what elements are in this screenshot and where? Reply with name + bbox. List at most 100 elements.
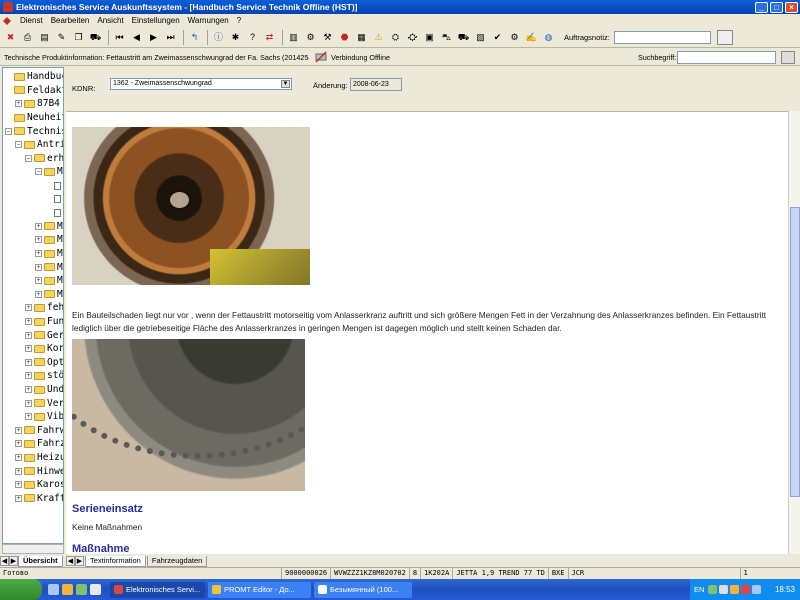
menu-help[interactable]: ? bbox=[233, 16, 245, 25]
expand-icon[interactable]: + bbox=[25, 345, 32, 353]
tree-node[interactable]: + feh bbox=[25, 301, 63, 315]
tree-node[interactable]: + stö bbox=[25, 369, 63, 383]
tray-icon[interactable] bbox=[719, 585, 729, 594]
start-button[interactable] bbox=[0, 579, 42, 600]
expand-icon[interactable]: + bbox=[25, 358, 32, 366]
collapse-icon[interactable]: − bbox=[15, 141, 22, 149]
tree-node[interactable] bbox=[45, 206, 63, 220]
taskbar-item-promt[interactable]: PROMT Editor - До... bbox=[208, 581, 311, 598]
quicklaunch-media-icon[interactable] bbox=[62, 584, 73, 595]
globe-icon[interactable]: ◍ bbox=[541, 30, 556, 45]
tree-node[interactable]: + Fun bbox=[25, 315, 63, 329]
tree-node[interactable]: Handbuch bbox=[5, 70, 63, 84]
kdnr-select[interactable]: 1362 - Zweimassenschwungrad ▼ bbox=[110, 78, 292, 90]
car-body-icon[interactable]: ⛍ bbox=[439, 30, 454, 45]
expand-icon[interactable]: + bbox=[35, 290, 42, 298]
engine-icon[interactable]: ⛭ bbox=[388, 30, 403, 45]
next-icon[interactable]: ▶ bbox=[146, 30, 161, 45]
search-button[interactable] bbox=[781, 51, 795, 64]
maximize-button[interactable]: □ bbox=[770, 1, 783, 13]
taskbar-item-paint[interactable]: Безымянный (100... bbox=[314, 581, 412, 598]
expand-icon[interactable]: + bbox=[35, 250, 42, 258]
stop-icon[interactable]: ⬣ bbox=[337, 30, 352, 45]
collapse-icon[interactable]: − bbox=[35, 168, 42, 176]
search-input[interactable] bbox=[677, 51, 776, 64]
expand-icon[interactable]: + bbox=[35, 277, 42, 285]
expand-icon[interactable]: + bbox=[25, 331, 32, 339]
collapse-icon[interactable]: − bbox=[5, 127, 12, 135]
tree-node[interactable]: + Vib bbox=[25, 410, 63, 424]
tab-fahrzeugdaten[interactable]: Fahrzeugdaten bbox=[146, 555, 208, 567]
tab-scroll-left-icon[interactable]: ◀ bbox=[66, 556, 75, 566]
tree-node[interactable]: − Technis bbox=[5, 124, 63, 138]
exit-icon[interactable]: ✖ bbox=[3, 30, 18, 45]
tree-node[interactable]: + Ger bbox=[25, 328, 63, 342]
expand-icon[interactable]: + bbox=[15, 100, 22, 108]
tray-icon[interactable] bbox=[730, 585, 740, 594]
tree-node[interactable]: + M bbox=[35, 220, 63, 234]
warning-icon[interactable]: ⚠ bbox=[371, 30, 386, 45]
menu-dienst[interactable]: Dienst bbox=[16, 16, 47, 25]
tree-node[interactable]: + M bbox=[35, 247, 63, 261]
close-button[interactable]: × bbox=[785, 1, 798, 13]
tool-icon[interactable]: ⚙ bbox=[507, 30, 522, 45]
menu-einstellungen[interactable]: Einstellungen bbox=[128, 16, 184, 25]
tree-node[interactable]: + Kor bbox=[25, 342, 63, 356]
order-note-input[interactable] bbox=[613, 30, 711, 44]
quicklaunch-browser-icon[interactable] bbox=[48, 584, 59, 595]
gearbox-icon[interactable]: ⛮ bbox=[405, 30, 420, 45]
minimize-button[interactable]: _ bbox=[755, 1, 768, 13]
car-icon[interactable]: ⛟ bbox=[88, 30, 103, 45]
tree-node[interactable]: + Heizu bbox=[15, 451, 63, 465]
tab-textinformation[interactable]: Textinformation bbox=[85, 555, 146, 567]
tree-node[interactable]: + Fahrz bbox=[15, 437, 63, 451]
order-note-button[interactable] bbox=[716, 29, 733, 45]
tree-node[interactable]: + M bbox=[35, 288, 63, 302]
tree-horizontal-scrollbar[interactable] bbox=[2, 544, 64, 554]
tools-icon[interactable]: ⚒ bbox=[320, 30, 335, 45]
expand-icon[interactable]: + bbox=[35, 222, 42, 230]
sync-icon[interactable]: ⇄ bbox=[262, 30, 277, 45]
tab-scroll-right-icon[interactable]: ▶ bbox=[75, 556, 84, 566]
document-icon[interactable]: ▤ bbox=[37, 30, 52, 45]
app-menu-icon[interactable] bbox=[2, 16, 12, 26]
tree-node[interactable]: + Karos bbox=[15, 478, 63, 492]
scrollbar-thumb[interactable] bbox=[790, 207, 800, 497]
expand-icon[interactable]: + bbox=[15, 454, 22, 462]
previous-icon[interactable]: ◀ bbox=[129, 30, 144, 45]
chevron-down-icon[interactable]: ▼ bbox=[281, 80, 290, 88]
quicklaunch-app-icon[interactable] bbox=[90, 584, 101, 595]
tree-node[interactable]: + Opt bbox=[25, 356, 63, 370]
tray-icon[interactable] bbox=[708, 585, 718, 594]
tree-node[interactable]: + M bbox=[35, 274, 63, 288]
tree-node[interactable]: + M bbox=[35, 260, 63, 274]
expand-icon[interactable]: + bbox=[35, 263, 42, 271]
print-icon[interactable]: ⎙ bbox=[20, 30, 35, 45]
tray-icon[interactable] bbox=[741, 585, 751, 594]
info-icon[interactable]: ⓘ bbox=[211, 30, 226, 45]
menu-warnungen[interactable]: Warnungen bbox=[184, 16, 233, 25]
navigation-tree[interactable]: HandbuchFeldakt+87B4Neuheit−Technis−Antr… bbox=[2, 67, 64, 544]
edit-icon[interactable]: ✎ bbox=[54, 30, 69, 45]
tree-node[interactable]: +87B4 bbox=[15, 97, 60, 111]
copy-icon[interactable]: ❐ bbox=[71, 30, 86, 45]
taskbar-item-esa[interactable]: Elektronisches Servi... bbox=[110, 581, 205, 598]
tree-node[interactable]: + Kraft bbox=[15, 492, 63, 506]
tree-node[interactable] bbox=[45, 192, 63, 206]
notes-icon[interactable]: ✍ bbox=[524, 30, 539, 45]
tab-overview[interactable]: Übersicht bbox=[18, 555, 63, 567]
tree-node[interactable]: Feldakt bbox=[5, 84, 63, 98]
back-icon[interactable]: ↰ bbox=[187, 30, 202, 45]
collapse-icon[interactable]: − bbox=[25, 154, 32, 162]
grid-icon[interactable]: ▦ bbox=[354, 30, 369, 45]
expand-icon[interactable]: + bbox=[15, 426, 22, 434]
menu-bearbeiten[interactable]: Bearbeiten bbox=[47, 16, 94, 25]
vehicle-icon[interactable]: ⛟ bbox=[456, 30, 471, 45]
expand-icon[interactable]: + bbox=[15, 494, 22, 502]
tree-node[interactable]: + Hinwe bbox=[15, 464, 63, 478]
expand-icon[interactable]: + bbox=[15, 440, 22, 448]
clipboard-icon[interactable]: ▧ bbox=[473, 30, 488, 45]
tab-scroll-left-icon[interactable]: ◀ bbox=[0, 556, 9, 566]
expand-icon[interactable]: + bbox=[15, 467, 22, 475]
language-indicator[interactable]: EN bbox=[694, 585, 704, 594]
